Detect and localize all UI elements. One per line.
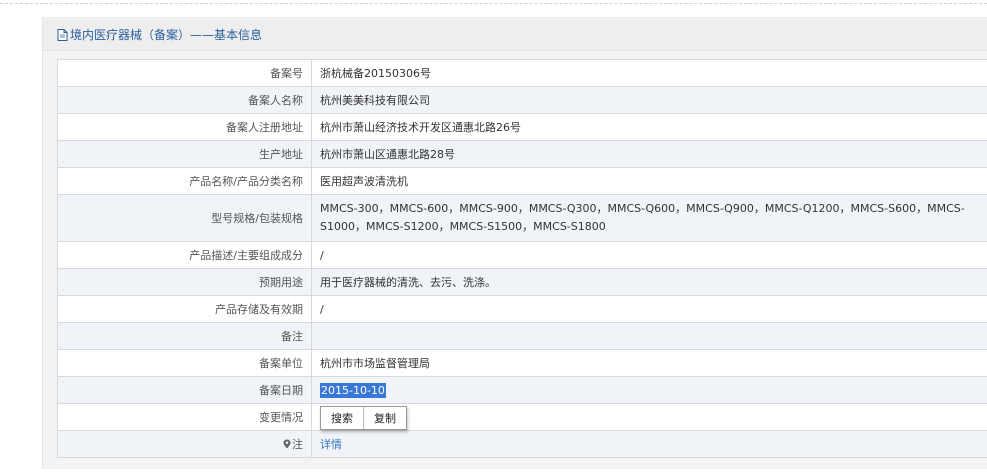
table-row: 型号规格/包装规格 MMCS-300，MMCS-600，MMCS-900，MMC…: [57, 194, 987, 242]
row-label: 生产地址: [57, 140, 312, 168]
row-label: 备注: [57, 322, 312, 350]
row-label-note: 注: [57, 430, 312, 458]
row-value[interactable]: 2015-10-10: [311, 376, 987, 404]
row-label: 备案单位: [57, 349, 312, 377]
table-row: 备案人注册地址 杭州市萧山经济技术开发区通惠北路26号: [57, 113, 987, 141]
selection-context-menu: 搜索 复制: [320, 406, 407, 430]
row-value: 搜索 复制: [311, 403, 987, 431]
row-label: 产品存储及有效期: [57, 295, 312, 323]
info-table: 备案号 浙杭械备20150306号 备案人名称 杭州美美科技有限公司 备案人注册…: [57, 59, 987, 458]
row-label: 产品名称/产品分类名称: [57, 167, 312, 195]
panel-header: 境内医疗器械（备案）——基本信息: [43, 17, 987, 51]
panel-title-text: 境内医疗器械（备案）——基本信息: [70, 28, 263, 42]
row-label: 备案号: [57, 59, 312, 87]
table-row: 备案号 浙杭械备20150306号: [57, 59, 987, 87]
table-row: 变更情况 搜索 复制: [57, 403, 987, 431]
panel-title: 境内医疗器械（备案）——基本信息: [57, 26, 262, 43]
table-row: 产品名称/产品分类名称 医用超声波清洗机: [57, 167, 987, 195]
row-value: 医用超声波清洗机: [311, 167, 987, 195]
row-value: 杭州市萧山区通惠北路28号: [311, 140, 987, 168]
copy-button[interactable]: 复制: [363, 407, 406, 429]
info-panel: 境内医疗器械（备案）——基本信息 备案号 浙杭械备20150306号 备案人名称…: [42, 17, 987, 469]
row-value: 杭州美美科技有限公司: [311, 86, 987, 114]
note-label: 注: [292, 438, 303, 451]
row-value: 杭州市市场监督管理局: [311, 349, 987, 377]
table-row: 产品存储及有效期 /: [57, 295, 987, 323]
table-row: 产品描述/主要组成成分 /: [57, 241, 987, 269]
row-value: 杭州市萧山经济技术开发区通惠北路26号: [311, 113, 987, 141]
row-label: 型号规格/包装规格: [57, 194, 312, 242]
table-row: 预期用途 用于医疗器械的清洗、去污、洗涤。: [57, 268, 987, 296]
location-pin-icon: [283, 439, 291, 449]
table-row: 备注: [57, 322, 987, 350]
row-value: 用于医疗器械的清洗、去污、洗涤。: [311, 268, 987, 296]
row-label: 变更情况: [57, 403, 312, 431]
row-value: /: [311, 241, 987, 269]
table-row: 备案人名称 杭州美美科技有限公司: [57, 86, 987, 114]
row-value: MMCS-300，MMCS-600，MMCS-900，MMCS-Q300，MMC…: [311, 194, 987, 242]
row-value: 浙杭械备20150306号: [311, 59, 987, 87]
document-icon: [57, 28, 68, 41]
row-value: 详情: [311, 430, 987, 458]
selected-date-text[interactable]: 2015-10-10: [320, 382, 386, 398]
row-label: 产品描述/主要组成成分: [57, 241, 312, 269]
row-label: 备案人名称: [57, 86, 312, 114]
search-button[interactable]: 搜索: [321, 407, 363, 429]
table-row: 生产地址 杭州市萧山区通惠北路28号: [57, 140, 987, 168]
row-value: /: [311, 295, 987, 323]
top-divider: [0, 3, 987, 4]
row-label: 预期用途: [57, 268, 312, 296]
table-row: 备案单位 杭州市市场监督管理局: [57, 349, 987, 377]
table-row: 备案日期 2015-10-10: [57, 376, 987, 404]
table-row: 注 详情: [57, 430, 987, 458]
row-label: 备案日期: [57, 376, 312, 404]
details-link[interactable]: 详情: [320, 438, 342, 451]
row-label: 备案人注册地址: [57, 113, 312, 141]
row-value: [311, 322, 987, 350]
